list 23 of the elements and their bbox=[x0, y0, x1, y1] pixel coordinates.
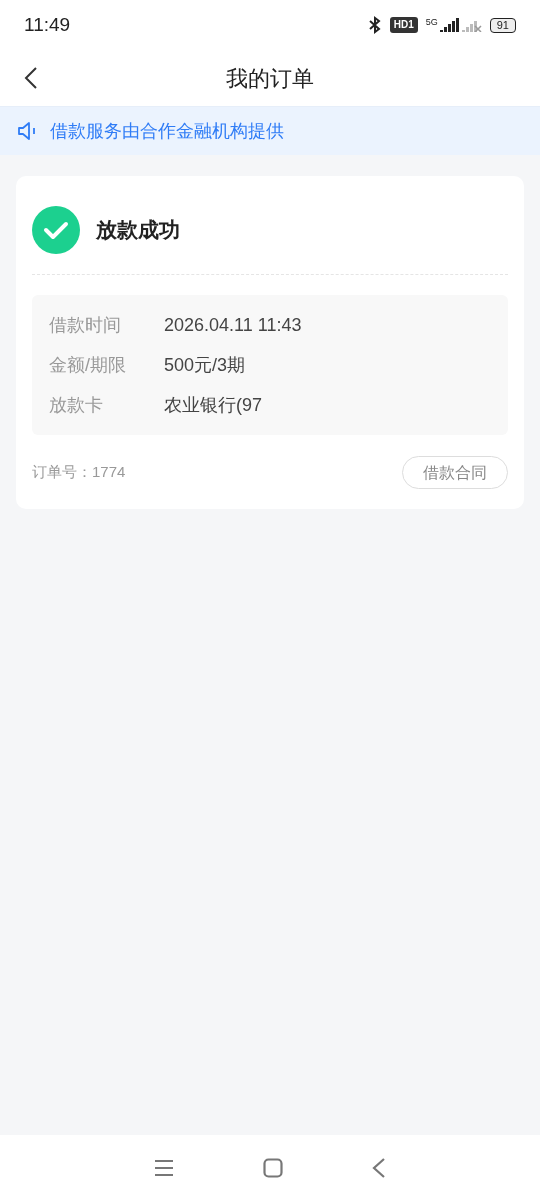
back-nav-icon[interactable] bbox=[371, 1157, 386, 1178]
status-text: 放款成功 bbox=[96, 217, 180, 244]
detail-value: 农业银行(97 bbox=[164, 394, 262, 417]
notice-text: 借款服务由合作金融机构提供 bbox=[50, 119, 284, 143]
check-circle-icon bbox=[32, 206, 80, 254]
detail-value: 500元/3期 bbox=[164, 354, 246, 377]
hd-badge: HD1 bbox=[389, 17, 418, 33]
menu-icon[interactable] bbox=[154, 1158, 175, 1177]
bluetooth-icon bbox=[367, 16, 382, 34]
detail-label: 放款卡 bbox=[49, 394, 104, 417]
back-icon[interactable] bbox=[24, 66, 38, 90]
home-icon[interactable] bbox=[263, 1157, 283, 1178]
status-time: 11:49 bbox=[24, 12, 71, 37]
page-title: 我的订单 bbox=[226, 64, 314, 93]
signal-icon bbox=[439, 18, 460, 32]
detail-label: 金额/期限 bbox=[49, 354, 127, 377]
battery-indicator: 91 bbox=[489, 17, 516, 33]
network-label: 5G bbox=[425, 18, 438, 27]
detail-label: 借款时间 bbox=[49, 314, 122, 337]
order-number: 订单号：1774 bbox=[32, 462, 126, 483]
speaker-icon bbox=[16, 120, 38, 142]
detail-value: 2026.04.11 11:43 bbox=[164, 314, 302, 337]
no-signal-icon bbox=[461, 18, 482, 32]
